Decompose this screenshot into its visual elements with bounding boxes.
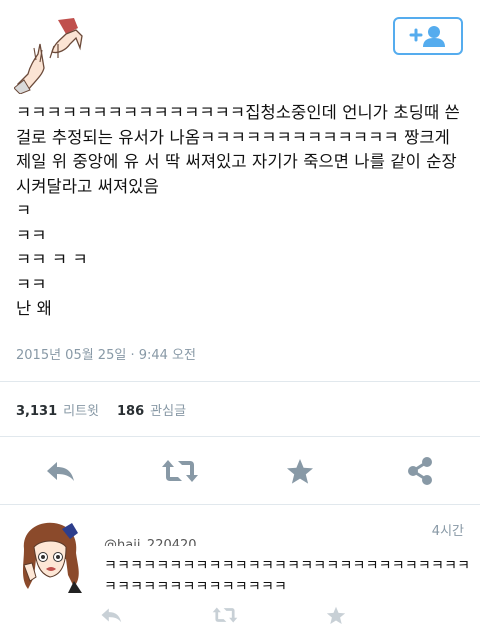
author-avatar[interactable]: [13, 14, 88, 95]
divider: [0, 436, 480, 437]
reply-time: 4시간: [431, 524, 464, 539]
retweet-label[interactable]: 리트윗: [63, 404, 99, 419]
reply-icon: [47, 462, 74, 481]
reply-icon: [101, 608, 122, 623]
divider: [0, 381, 480, 382]
favorite-button[interactable]: [283, 454, 317, 488]
retweet-count[interactable]: 3,131: [16, 404, 57, 419]
follow-user-icon: [409, 26, 445, 47]
retweet-icon: [162, 460, 198, 482]
reply-avatar[interactable]: [16, 519, 88, 595]
reply-retweet-button[interactable]: [208, 603, 242, 627]
like-label[interactable]: 관심글: [150, 404, 186, 419]
favorite-icon: [287, 458, 313, 484]
tweet-text: ㅋㅋㅋㅋㅋㅋㅋㅋㅋㅋㅋㅋㅋㅋㅋ집청소중인데 언니가 초딩때 쓴걸로 추정되는 유…: [16, 103, 460, 318]
tweet-timestamp: 2015년 05월 25일 · 9:44 오전: [16, 348, 196, 363]
share-icon: [408, 457, 432, 485]
favorite-icon: [326, 606, 346, 624]
reply-reply-button[interactable]: [96, 603, 126, 627]
divider: [0, 504, 480, 505]
tweet-stats: 3,131 리트윗 186 관심글: [16, 400, 186, 419]
reply-handle[interactable]: @haji_220420: [104, 536, 197, 546]
like-count[interactable]: 186: [117, 404, 144, 419]
reply-button[interactable]: [40, 455, 80, 487]
retweet-button[interactable]: [158, 455, 202, 487]
retweet-icon: [212, 607, 238, 623]
follow-button[interactable]: [393, 17, 463, 55]
reply-text: ㅋㅋㅋㅋㅋㅋㅋㅋㅋㅋㅋㅋㅋㅋㅋㅋㅋㅋㅋㅋㅋㅋㅋㅋㅋㅋㅋㅋㅋㅋㅋㅋㅋㅋㅋㅋㅋㅋㅋㅋ…: [104, 558, 471, 595]
share-button[interactable]: [403, 454, 437, 488]
reply-favorite-button[interactable]: [322, 602, 350, 628]
